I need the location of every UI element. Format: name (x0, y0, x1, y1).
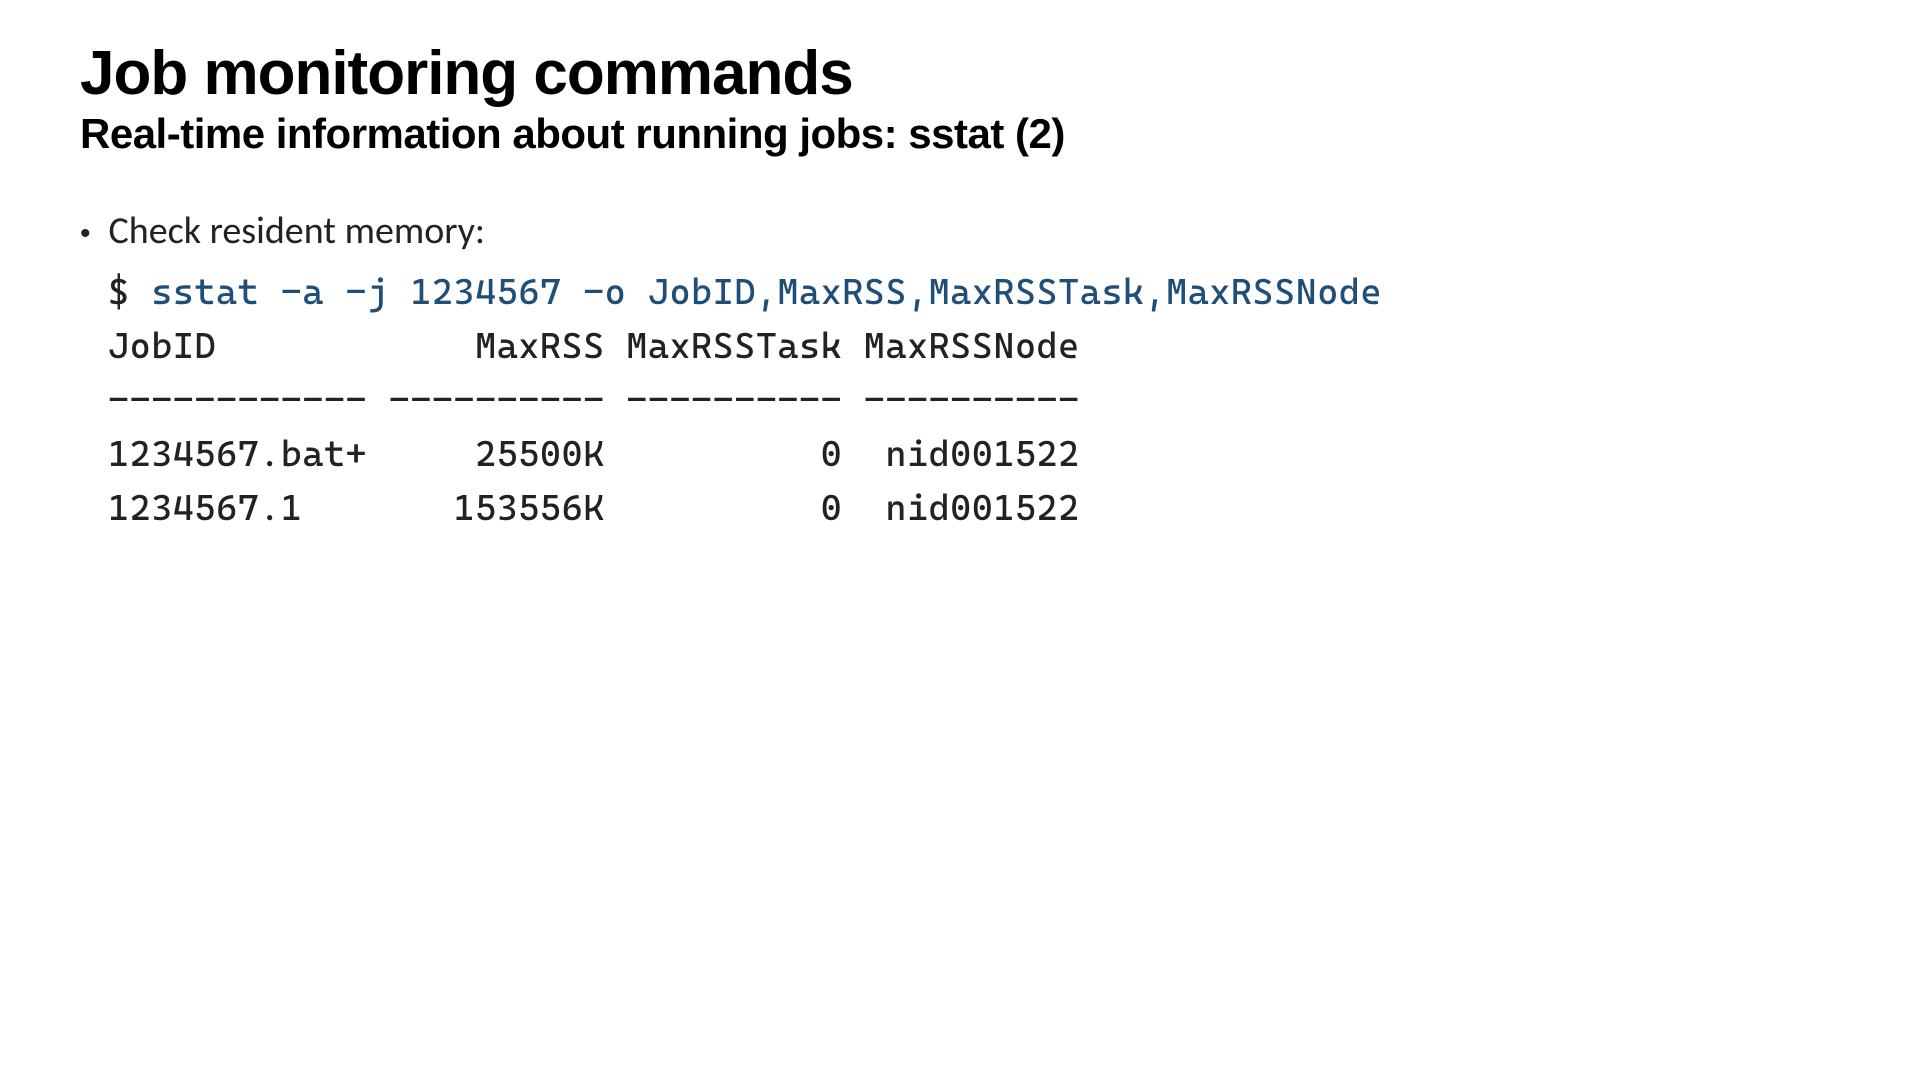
output-header: JobID MaxRSS MaxRSSTask MaxRSSNode (108, 326, 1080, 367)
bullet-text: Check resident memory: (109, 208, 486, 254)
shell-command: sstat -a -j 1234567 -o JobID,MaxRSS,MaxR… (151, 272, 1382, 313)
output-divider: ------------ ---------- ---------- -----… (108, 380, 1080, 421)
slide-title: Job monitoring commands (80, 40, 1840, 108)
slide-content: • Check resident memory: $ sstat -a -j 1… (80, 208, 1840, 536)
shell-prompt: $ (108, 272, 151, 313)
terminal-block: $ sstat -a -j 1234567 -o JobID,MaxRSS,Ma… (108, 266, 1840, 536)
output-row: 1234567.bat+ 25500K 0 nid001522 (108, 434, 1080, 475)
bullet-icon: • (80, 219, 91, 249)
bullet-item: • Check resident memory: (80, 208, 1840, 254)
output-row: 1234567.1 153556K 0 nid001522 (108, 488, 1080, 529)
slide-subtitle: Real-time information about running jobs… (80, 110, 1840, 158)
